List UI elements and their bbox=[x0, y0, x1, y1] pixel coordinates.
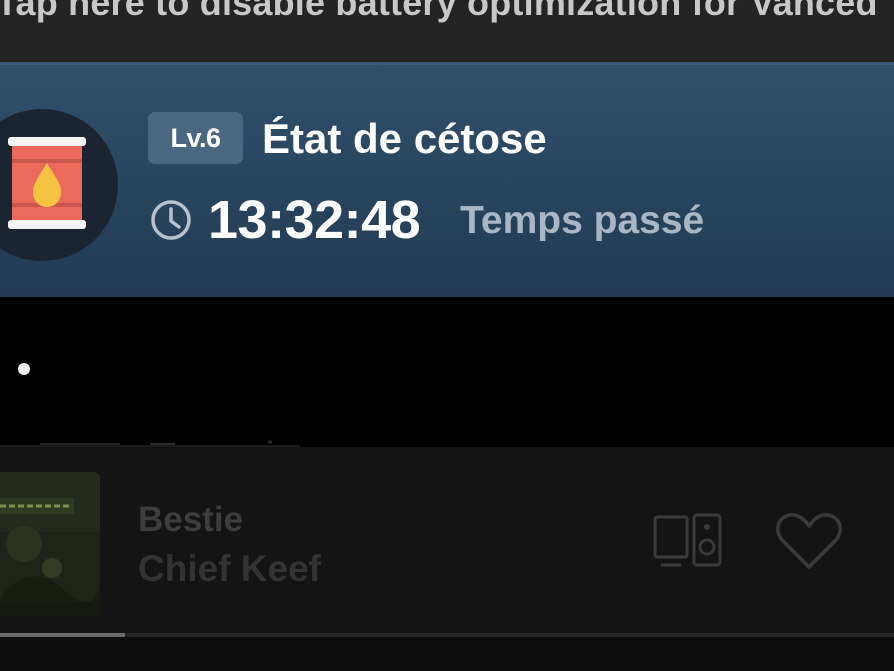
elapsed-time-label: Temps passé bbox=[460, 199, 705, 242]
like-button[interactable] bbox=[774, 509, 844, 573]
bottom-navigation-edge bbox=[0, 637, 894, 671]
level-badge: Lv.6 bbox=[148, 112, 243, 164]
page-indicator-dot[interactable] bbox=[18, 363, 30, 375]
clock-icon bbox=[151, 200, 191, 240]
track-title: Bestie bbox=[138, 500, 244, 539]
album-cover-image bbox=[0, 472, 100, 615]
elapsed-time: 13:32:48 bbox=[208, 190, 421, 250]
stage-title: État de cétose bbox=[262, 115, 547, 162]
now-playing-bar[interactable]: Bestie Chief Keef bbox=[0, 447, 894, 637]
notification-text: Tap here to disable battery optimization… bbox=[0, 0, 878, 23]
heart-outline-icon bbox=[776, 513, 842, 569]
track-artist: Chief Keef bbox=[138, 548, 321, 589]
screen: Tap here to disable battery optimization… bbox=[0, 0, 894, 671]
album-art[interactable] bbox=[0, 472, 100, 615]
devices-speaker-icon bbox=[653, 513, 722, 567]
fuel-barrel-icon bbox=[8, 137, 86, 229]
connect-devices-button[interactable] bbox=[650, 511, 726, 571]
ketosis-status-card[interactable]: Lv.6 État de cétose 13:32:48 Temps passé bbox=[0, 62, 894, 297]
battery-optimization-notification[interactable]: Tap here to disable battery optimization… bbox=[0, 0, 894, 62]
